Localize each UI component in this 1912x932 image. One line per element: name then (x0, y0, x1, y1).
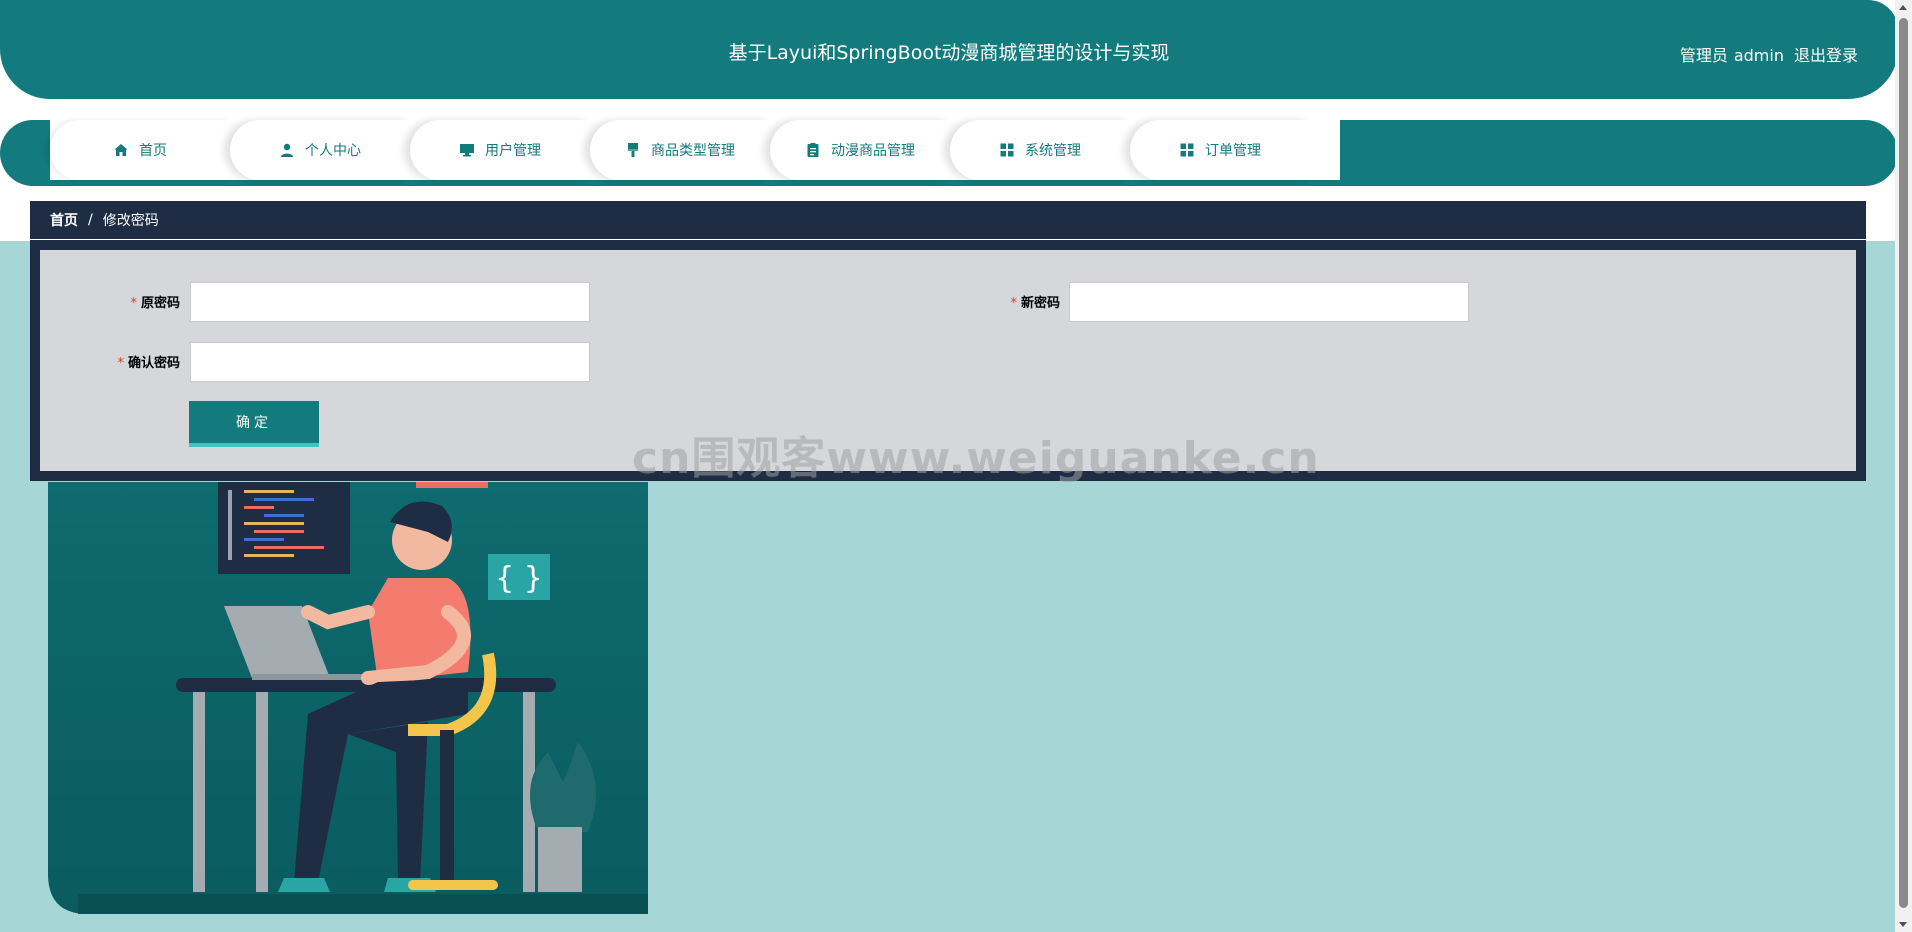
breadcrumb-current: 修改密码 (102, 213, 159, 229)
new-password-input[interactable] (1069, 282, 1469, 322)
breadcrumb-separator: / (88, 212, 93, 228)
monitor-icon (459, 142, 475, 158)
home-icon (113, 142, 129, 158)
scroll-thumb[interactable] (1899, 18, 1908, 908)
nav-item-label: 用户管理 (485, 143, 541, 159)
nav-item-system-management[interactable]: 系统管理 (950, 120, 1130, 180)
header: 基于Layui和SpringBoot动漫商城管理的设计与实现 管理员 admin 退… (0, 0, 1898, 99)
nav-item-label: 动漫商品管理 (831, 143, 915, 159)
app-title: 基于Layui和SpringBoot动漫商城管理的设计与实现 (728, 42, 1170, 64)
nav-item-product-management[interactable]: 动漫商品管理 (770, 120, 950, 180)
nav-menu: 首页 个人中心 用户管理 商品类型管理 动漫商品管理 系统管理 订单管理 (50, 120, 1340, 180)
new-password-label-text: 新密码 (1020, 296, 1060, 311)
new-password-label: * 新密码 (980, 292, 1060, 311)
logout-link[interactable]: 退出登录 (1794, 46, 1858, 65)
user-icon (279, 142, 295, 158)
nav-item-order-management[interactable]: 订单管理 (1130, 120, 1310, 180)
scroll-down-icon[interactable] (1899, 922, 1907, 927)
breadcrumb: 首页 / 修改密码 (30, 201, 1866, 239)
nav-item-label: 个人中心 (305, 143, 361, 159)
required-mark: * (117, 356, 124, 371)
page: 基于Layui和SpringBoot动漫商城管理的设计与实现 管理员 admin 退… (0, 0, 1912, 932)
brush-icon (625, 142, 641, 158)
user-role: 管理员 (1679, 46, 1728, 65)
vertical-scrollbar[interactable] (1895, 0, 1912, 932)
nav-item-user-management[interactable]: 用户管理 (410, 120, 590, 180)
watermark: cn围观客www.weiguanke.cn (632, 433, 1320, 484)
nav-item-label: 订单管理 (1205, 143, 1261, 159)
confirm-password-label: * 确认密码 (90, 352, 180, 371)
navbar: 首页 个人中心 用户管理 商品类型管理 动漫商品管理 系统管理 订单管理 (0, 120, 1898, 186)
submit-button[interactable]: 确定 (189, 401, 319, 447)
nav-item-personal-center[interactable]: 个人中心 (230, 120, 410, 180)
old-password-label: * 原密码 (100, 292, 180, 311)
grid-icon (1179, 142, 1195, 158)
old-password-label-text: 原密码 (140, 296, 180, 311)
required-mark: * (1010, 296, 1017, 311)
nav-item-category-management[interactable]: 商品类型管理 (590, 120, 770, 180)
confirm-password-label-text: 确认密码 (127, 356, 180, 371)
nav-item-label: 系统管理 (1025, 143, 1081, 159)
breadcrumb-home[interactable]: 首页 (50, 210, 78, 230)
confirm-password-input[interactable] (190, 342, 590, 382)
old-password-input[interactable] (190, 282, 590, 322)
nav-item-label: 商品类型管理 (651, 143, 735, 159)
svg-text:{ }: { } (495, 561, 543, 596)
developer-illustration: { } (48, 482, 648, 914)
scroll-up-icon[interactable] (1899, 5, 1907, 10)
nav-item-label: 首页 (139, 143, 167, 159)
nav-item-home[interactable]: 首页 (50, 120, 230, 180)
username: admin (1733, 46, 1784, 65)
grid-icon (999, 142, 1015, 158)
clipboard-icon (805, 142, 821, 158)
required-mark: * (130, 296, 137, 311)
user-area: 管理员 admin 退出登录 (1674, 42, 1858, 66)
